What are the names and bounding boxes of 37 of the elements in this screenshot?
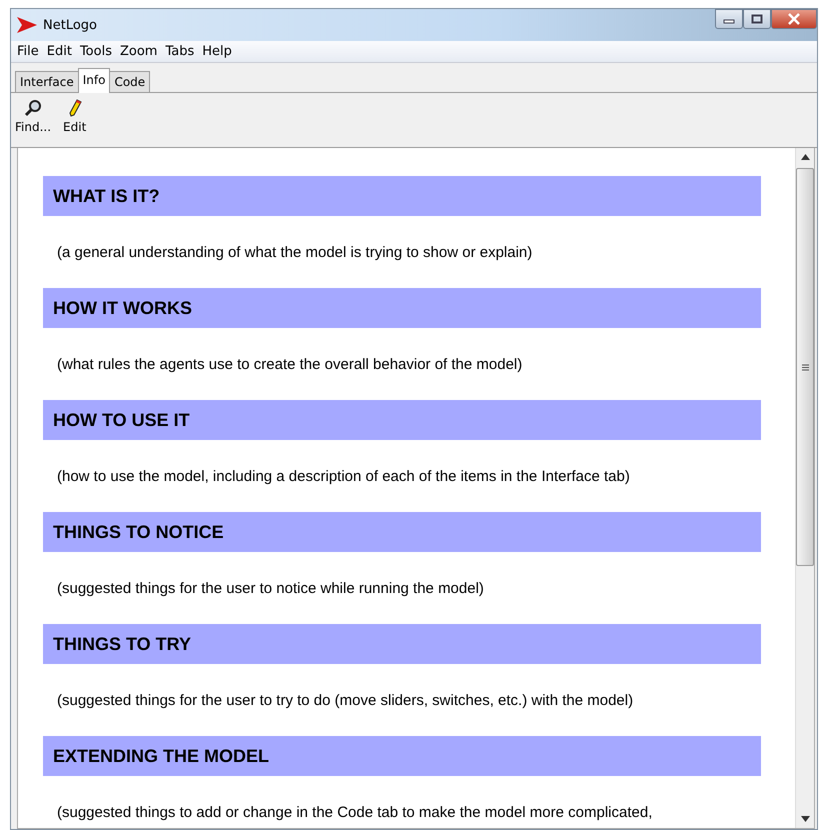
menu-item[interactable]: Zoom xyxy=(120,44,158,59)
section-text: (suggested things for the user to notice while running the model) xyxy=(57,580,484,596)
scroll-thumb[interactable] xyxy=(796,168,814,566)
section-text: (what rules the agents use to create the overall behavior of the model) xyxy=(57,356,522,372)
section-heading: EXTENDING THE MODEL xyxy=(43,736,761,776)
menu-item[interactable]: File xyxy=(17,44,39,59)
section-heading: HOW TO USE IT xyxy=(43,400,761,440)
magnifier-icon xyxy=(24,99,42,117)
menu-item[interactable]: Edit xyxy=(46,44,72,59)
scrollbar[interactable] xyxy=(795,148,814,828)
close-button[interactable] xyxy=(771,9,817,29)
menu-item[interactable]: Tools xyxy=(80,44,112,59)
close-icon xyxy=(787,13,801,25)
minimize-button[interactable] xyxy=(715,9,743,29)
tab[interactable]: Interface xyxy=(15,71,79,92)
menu-item[interactable]: Tabs xyxy=(165,44,194,59)
down-arrow-icon[interactable] xyxy=(800,816,810,822)
tab[interactable]: Code xyxy=(109,71,150,92)
menu-item[interactable]: Help xyxy=(202,44,232,59)
toolbar-button[interactable]: Edit xyxy=(63,99,86,141)
section-text: (suggested things for the user to try to do (move sliders, switches, etc.) with the model) xyxy=(57,692,634,708)
section-heading: HOW IT WORKS xyxy=(43,288,761,328)
pencil-icon xyxy=(68,99,82,117)
maximize-icon xyxy=(751,14,763,24)
up-arrow-icon[interactable] xyxy=(800,154,810,160)
section-text: (suggested things to add or change in the Code tab to make the model more complicated, xyxy=(57,804,652,820)
section-heading: WHAT IS IT? xyxy=(43,176,761,216)
section-text: (how to use the model, including a description of each of the items in the Interface tab) xyxy=(57,468,630,484)
section-heading: THINGS TO NOTICE xyxy=(43,512,761,552)
window-title: NetLogo xyxy=(43,18,97,32)
tab[interactable]: Info xyxy=(78,68,110,93)
maximize-button[interactable] xyxy=(743,9,771,29)
toolbar-button[interactable]: Find... xyxy=(15,99,52,141)
section-heading: THINGS TO TRY xyxy=(43,624,761,664)
section-text: (a general understanding of what the model is trying to show or explain) xyxy=(57,244,532,260)
grip-icon xyxy=(802,364,808,370)
arrow-logo-icon xyxy=(17,17,37,33)
